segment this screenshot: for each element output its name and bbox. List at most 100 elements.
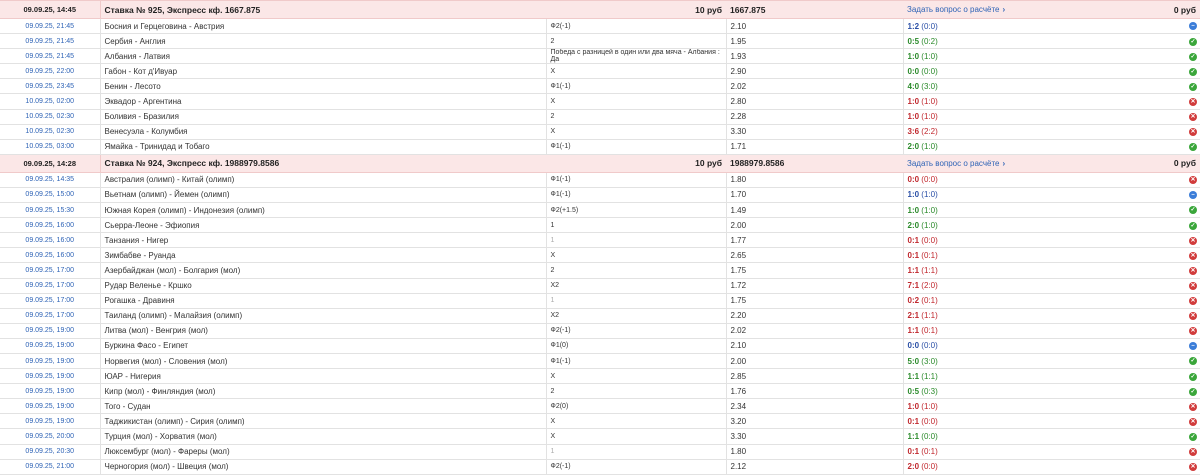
event-date: 09.09.25, 17:00 — [0, 262, 100, 279]
ask-question-link[interactable]: Задать вопрос о расчёте › — [903, 0, 1146, 19]
score-half: (0:1) — [921, 296, 938, 306]
table-row: 09.09.25, 17:00 Азербайджан (мол) - Болга… — [0, 262, 1200, 279]
bet-header-row: 09.09.25, 14:28 Ставка № 924, Экспресс кф… — [0, 153, 1200, 173]
event-coefficient: 1.95 — [725, 33, 903, 50]
score-half: (0:2) — [921, 36, 938, 46]
score-half: (0:0) — [921, 175, 938, 185]
cross-circle-icon: ✕ — [1189, 266, 1197, 275]
event-status: ✓ — [1146, 202, 1200, 219]
event-coefficient: 1.75 — [725, 262, 903, 279]
score-final: 0:0 — [907, 341, 920, 351]
check-circle-icon: ✓ — [1189, 82, 1197, 91]
event-outcome: 1 — [545, 232, 726, 249]
chevron-right-icon[interactable]: › — [1002, 159, 1005, 168]
event-outcome: X — [545, 247, 726, 264]
event-coefficient: 1.49 — [725, 202, 903, 219]
event-score: 0:1 (0:1) — [902, 444, 1146, 460]
score-half: (1:0) — [921, 205, 938, 215]
cross-circle-icon: ✕ — [1189, 281, 1197, 290]
event-status: ✕ — [1146, 323, 1200, 339]
table-row: 09.09.25, 16:00 Сьерра-Леоне - Эфиопия 1 2.… — [0, 217, 1200, 234]
score-final: 0:1 — [907, 447, 920, 457]
event-match: Норвегия (мол) - Словения (мол) — [99, 353, 546, 370]
bet-history-table: 09.09.25, 14:45 Ставка № 925, Экспресс кф… — [0, 0, 1200, 475]
event-outcome: Победа с разницей в один или два мяча - … — [545, 48, 726, 65]
score-final: 0:0 — [907, 175, 920, 185]
table-row: 09.09.25, 19:00 Литва (мол) - Венгрия (мо… — [0, 323, 1200, 339]
event-coefficient: 1.71 — [725, 139, 903, 155]
check-circle-icon: ✓ — [1189, 143, 1197, 152]
event-date: 10.09.25, 03:00 — [0, 139, 100, 155]
event-status: ✓ — [1146, 428, 1200, 445]
event-status: ✓ — [1146, 353, 1200, 370]
score-final: 2:0 — [907, 220, 920, 230]
event-match: ЮАР - Нигерия — [99, 368, 546, 385]
event-match: Азербайджан (мол) - Болгария (мол) — [99, 262, 546, 279]
ask-question-label[interactable]: Задать вопрос о расчёте — [907, 5, 999, 14]
event-coefficient: 3.30 — [725, 428, 903, 445]
event-date: 09.09.25, 20:00 — [0, 428, 100, 445]
event-status: ✕ — [1146, 262, 1200, 279]
event-date: 09.09.25, 19:00 — [0, 338, 100, 354]
chevron-right-icon[interactable]: › — [1002, 5, 1005, 14]
event-coefficient: 1.76 — [725, 383, 903, 400]
bet-title: Ставка № 924, Экспресс кф. 1988979.8586 — [99, 153, 546, 173]
score-final: 3:6 — [907, 127, 920, 137]
event-outcome: Ф2(-1) — [545, 18, 726, 35]
event-status: ✕ — [1146, 109, 1200, 125]
bet-header-row: 09.09.25, 14:45 Ставка № 925, Экспресс кф… — [0, 0, 1200, 19]
ask-question-link[interactable]: Задать вопрос о расчёте › — [903, 153, 1146, 173]
event-match: Венесуэла - Колумбия — [99, 124, 546, 140]
ask-question-label[interactable]: Задать вопрос о расчёте — [907, 159, 999, 168]
score-half: (1:0) — [921, 220, 938, 230]
event-outcome: 2 — [545, 109, 726, 125]
score-half: (1:1) — [921, 311, 938, 321]
score-final: 1:1 — [907, 371, 920, 381]
event-date: 09.09.25, 17:00 — [0, 293, 100, 309]
event-status: – — [1146, 18, 1200, 35]
check-circle-icon: ✓ — [1189, 372, 1197, 381]
event-coefficient: 2.02 — [725, 78, 903, 95]
score-final: 1:0 — [907, 51, 920, 61]
table-row: 09.09.25, 19:00 Норвегия (мол) - Словения… — [0, 353, 1200, 370]
score-final: 0:0 — [907, 66, 920, 76]
event-score: 0:2 (0:1) — [902, 293, 1146, 309]
event-coefficient: 1.93 — [725, 48, 903, 65]
event-coefficient: 2.10 — [725, 18, 903, 35]
bet-date: 09.09.25, 14:45 — [0, 0, 100, 19]
event-coefficient: 3.20 — [725, 413, 903, 430]
score-half: (1:0) — [921, 142, 938, 152]
event-date: 09.09.25, 17:00 — [0, 278, 100, 294]
event-date: 09.09.25, 19:00 — [0, 413, 100, 430]
score-final: 0:1 — [907, 416, 920, 426]
event-status: ✓ — [1146, 368, 1200, 385]
score-half: (2:0) — [921, 281, 938, 291]
event-outcome: 2 — [545, 262, 726, 279]
score-final: 1:1 — [907, 326, 920, 336]
bet-winnings: 0 руб — [1146, 153, 1200, 173]
event-status: ✓ — [1146, 78, 1200, 95]
check-circle-icon: ✓ — [1189, 206, 1197, 215]
score-half: (0:1) — [921, 250, 938, 260]
table-row: 09.09.25, 17:00 Рогашка - Дравиня 1 1.75 0:2… — [0, 293, 1200, 309]
table-row: 09.09.25, 19:00 Того - Судан Ф2(0) 2.34 1:0 … — [0, 398, 1200, 415]
event-status: ✓ — [1146, 139, 1200, 155]
event-coefficient: 2.00 — [725, 353, 903, 370]
event-score: 0:5 (0:3) — [902, 383, 1146, 400]
bet-coefficient: 1667.875 — [726, 0, 903, 19]
minus-circle-icon: – — [1189, 342, 1197, 351]
event-status: – — [1146, 187, 1200, 204]
event-date: 09.09.25, 15:00 — [0, 187, 100, 204]
event-coefficient: 2.34 — [725, 398, 903, 415]
score-final: 1:0 — [907, 190, 920, 200]
event-coefficient: 1.80 — [725, 444, 903, 460]
event-status: ✕ — [1146, 124, 1200, 140]
event-outcome: X — [545, 63, 726, 80]
event-match: Албания - Латвия — [99, 48, 546, 65]
event-outcome: X2 — [545, 278, 726, 294]
event-outcome: Ф1(-1) — [545, 78, 726, 95]
check-circle-icon: ✓ — [1189, 357, 1197, 366]
event-score: 0:5 (0:2) — [902, 33, 1146, 50]
event-match: Сьерра-Леоне - Эфиопия — [99, 217, 546, 234]
score-final: 0:1 — [907, 235, 920, 245]
